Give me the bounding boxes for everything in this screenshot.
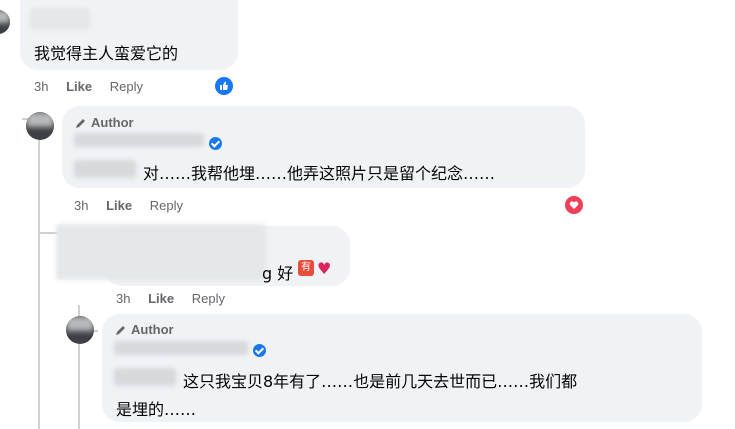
timestamp: 3h bbox=[74, 198, 89, 213]
comment-actions: 3h Like Reply bbox=[74, 198, 197, 213]
thread-connector bbox=[38, 232, 58, 234]
avatar[interactable] bbox=[66, 316, 94, 344]
author-badge: Author bbox=[75, 115, 134, 130]
emoji-sticker-icon: 有 bbox=[298, 260, 314, 276]
comment-text: 对……我帮他埋……他弄这照片只是留个纪念…… bbox=[143, 164, 496, 183]
author-badge: Author bbox=[115, 322, 174, 337]
love-reaction-icon[interactable] bbox=[565, 196, 583, 214]
blurred-name bbox=[114, 368, 176, 386]
like-button[interactable]: Like bbox=[148, 291, 174, 306]
reply-button[interactable]: Reply bbox=[150, 198, 183, 213]
comment-text-continued: 是埋的…… bbox=[116, 400, 197, 419]
avatar[interactable] bbox=[0, 10, 10, 34]
like-button[interactable]: Like bbox=[66, 79, 92, 94]
timestamp: 3h bbox=[34, 79, 49, 94]
pencil-icon bbox=[76, 118, 85, 128]
comment-actions: 3h Like Reply bbox=[116, 291, 239, 306]
comment-text: 这只我宝贝8年有了……也是前几天去世而已……我们都 bbox=[183, 372, 578, 391]
comment-actions: 3h Like Reply bbox=[34, 79, 157, 94]
verified-badge-icon bbox=[253, 344, 266, 357]
blurred-name bbox=[74, 160, 136, 178]
blurred-name bbox=[30, 8, 90, 30]
verified-badge-icon bbox=[209, 137, 222, 150]
reply-button[interactable]: Reply bbox=[192, 291, 225, 306]
timestamp: 3h bbox=[116, 291, 131, 306]
reply-button[interactable]: Reply bbox=[110, 79, 143, 94]
thread-line bbox=[38, 140, 40, 429]
heart-emoji-icon: ♥ bbox=[317, 259, 332, 278]
blurred-name bbox=[74, 133, 204, 147]
like-button[interactable]: Like bbox=[106, 198, 132, 213]
comment-text: g 好 bbox=[262, 264, 294, 283]
avatar[interactable] bbox=[26, 112, 54, 140]
blurred-name bbox=[114, 341, 248, 355]
blurred-avatar-name bbox=[56, 224, 266, 280]
like-reaction-icon[interactable] bbox=[215, 77, 233, 95]
pencil-icon bbox=[116, 325, 125, 335]
comment-text: 我觉得主人蛮爱它的 bbox=[34, 44, 179, 63]
